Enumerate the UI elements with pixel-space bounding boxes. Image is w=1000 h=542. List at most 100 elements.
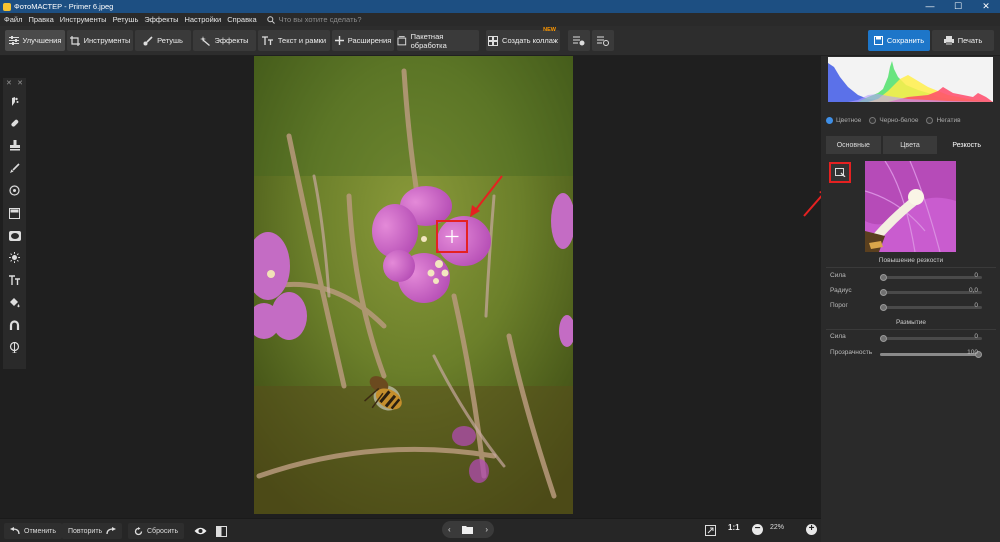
healing-tool[interactable] xyxy=(3,90,26,112)
slider-track[interactable] xyxy=(880,304,982,311)
tab-text-frames[interactable]: Текст и рамки xyxy=(258,30,330,51)
tab-sharpness[interactable]: Резкость xyxy=(939,136,995,154)
menu-effects[interactable]: Эффекты xyxy=(144,15,178,24)
folder-icon[interactable] xyxy=(462,525,474,534)
print-label: Печать xyxy=(957,36,983,45)
sun-icon xyxy=(9,252,20,264)
slider-track[interactable] xyxy=(880,289,982,296)
sliders-icon xyxy=(8,36,19,45)
blur-strength-label: Сила xyxy=(830,333,846,340)
object-tool[interactable] xyxy=(3,336,26,358)
sharpen-radius-slider[interactable]: Радиус 0,0 xyxy=(830,287,990,297)
vignette-tool[interactable] xyxy=(3,224,26,246)
slider-knob[interactable] xyxy=(880,304,887,311)
sharpen-strength-slider[interactable]: Сила 0 xyxy=(830,272,990,282)
slider-knob[interactable] xyxy=(880,335,887,342)
mode-black-white[interactable]: Черно-белое xyxy=(869,116,918,124)
bottom-bar: Отменить Повторить Сбросить xyxy=(0,518,821,542)
crosshair-icon xyxy=(445,230,459,243)
radio-selected-icon xyxy=(826,116,833,124)
tab-retouch-label: Ретушь xyxy=(157,36,183,45)
tab-basic[interactable]: Основные xyxy=(826,136,881,154)
zoom-level: 22% xyxy=(770,524,785,531)
menu-bar: Файл Правка Инструменты Ретушь Эффекты Н… xyxy=(0,13,1000,26)
menu-help[interactable]: Справка xyxy=(227,15,256,24)
sharpen-threshold-slider[interactable]: Порог 0 xyxy=(830,302,990,312)
print-button[interactable]: Печать xyxy=(932,30,994,51)
window-title: ФотоМАСТЕР - Primer 6.jpeg xyxy=(14,2,114,11)
maximize-button[interactable]: ☐ xyxy=(944,0,972,13)
divider xyxy=(826,329,996,330)
sharpen-preview-area[interactable] xyxy=(436,220,468,253)
before-after-button[interactable] xyxy=(213,523,229,539)
tab-extensions[interactable]: Расширения xyxy=(332,30,394,51)
globe-pin-icon xyxy=(9,341,20,353)
redo-button[interactable]: Повторить xyxy=(62,523,123,539)
zoom-out-button[interactable]: − xyxy=(752,524,763,535)
redo-icon xyxy=(106,527,117,535)
next-image-button[interactable]: › xyxy=(485,525,488,534)
slider-track[interactable] xyxy=(880,335,982,342)
mode-negative[interactable]: Негатив xyxy=(926,116,961,124)
tab-improvements[interactable]: Улучшения xyxy=(5,30,65,51)
color-match-tool[interactable] xyxy=(3,314,26,336)
slider-knob[interactable] xyxy=(880,274,887,281)
menu-retouch[interactable]: Ретушь xyxy=(113,15,139,24)
create-collage-button[interactable]: Создать коллаж NEW xyxy=(486,27,560,51)
sharpen-threshold-value: 0 xyxy=(974,302,978,309)
menu-file[interactable]: Файл xyxy=(4,15,22,24)
vignette-icon xyxy=(8,230,21,241)
gradient-filter-tool[interactable] xyxy=(3,202,26,224)
layers-settings-icon xyxy=(597,36,609,46)
fit-screen-icon xyxy=(704,524,716,536)
photo-flower-bee[interactable] xyxy=(254,56,573,514)
layers-settings-button[interactable] xyxy=(592,30,614,51)
radial-filter-tool[interactable] xyxy=(3,180,26,202)
compare-eye-button[interactable] xyxy=(192,523,208,539)
zoom-in-button[interactable]: + xyxy=(806,524,817,535)
blur-strength-slider[interactable]: Сила 0 xyxy=(830,333,990,343)
tab-retouch[interactable]: Ретушь xyxy=(135,30,191,51)
blur-section-title: Размытие xyxy=(895,319,926,326)
patch-tool[interactable] xyxy=(3,112,26,134)
batch-processing-button[interactable]: Пакетная обработка xyxy=(397,30,479,51)
undo-button[interactable]: Отменить xyxy=(4,523,62,539)
stamp-tool[interactable] xyxy=(3,135,26,157)
light-tool[interactable] xyxy=(3,247,26,269)
prev-image-button[interactable]: ‹ xyxy=(448,525,451,534)
tab-effects[interactable]: Эффекты xyxy=(193,30,256,51)
preview-select-button[interactable] xyxy=(829,162,851,183)
printer-icon xyxy=(943,36,954,45)
fit-screen-button[interactable] xyxy=(703,522,717,538)
transparency-slider[interactable]: Прозрачность 100 xyxy=(830,349,990,359)
paint-bucket-icon xyxy=(10,298,20,308)
slider-knob[interactable] xyxy=(880,289,887,296)
layers-add-button[interactable] xyxy=(568,30,590,51)
radio-icon xyxy=(869,116,877,124)
tab-colors[interactable]: Цвета xyxy=(882,136,938,154)
menu-settings[interactable]: Настройки xyxy=(184,15,221,24)
menu-search[interactable]: Что вы хотите сделать? xyxy=(266,15,362,24)
fill-tool[interactable] xyxy=(3,292,26,314)
close-panel-icon[interactable]: ✕ xyxy=(17,78,23,90)
menu-edit[interactable]: Правка xyxy=(28,15,53,24)
text-tool[interactable] xyxy=(3,269,26,291)
reset-button[interactable]: Сбросить xyxy=(128,523,185,539)
menu-tools[interactable]: Инструменты xyxy=(60,15,107,24)
create-collage-label: Создать коллаж xyxy=(502,36,558,45)
redo-label: Повторить xyxy=(68,527,103,535)
mode-color[interactable]: Цветное xyxy=(826,116,861,124)
sharpen-radius-value: 0,0 xyxy=(968,287,978,294)
tab-instruments[interactable]: Инструменты xyxy=(67,30,133,51)
slider-track[interactable] xyxy=(880,274,982,281)
close-button[interactable]: ✕ xyxy=(972,0,1000,13)
plus-icon xyxy=(334,36,344,45)
collapse-icon[interactable]: ✕ xyxy=(6,78,12,90)
save-button[interactable]: Сохранить xyxy=(868,30,930,51)
search-placeholder: Что вы хотите сделать? xyxy=(278,15,362,24)
text-icon xyxy=(261,36,273,45)
text-tool-icon xyxy=(8,275,20,286)
minimize-button[interactable]: — xyxy=(916,0,944,13)
actual-size-button[interactable]: 1:1 xyxy=(728,523,740,532)
brush-tool[interactable] xyxy=(3,157,26,179)
